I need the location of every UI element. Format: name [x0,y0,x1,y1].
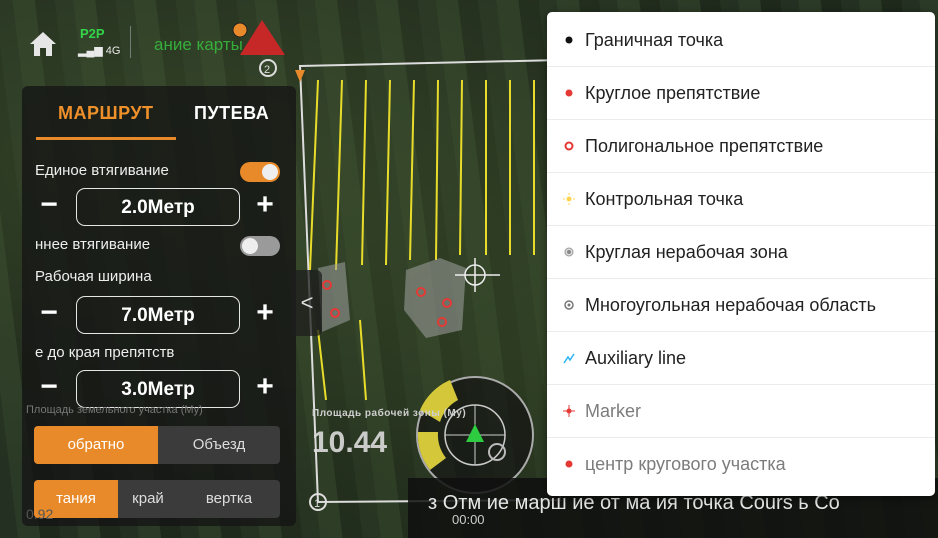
seg-edge[interactable]: край [118,480,178,518]
map-mode-label[interactable]: ание карты [154,35,243,55]
signal-indicator: ▂▄▆ 4G [78,44,120,57]
work-width-label: Рабочая ширина [35,268,152,285]
tightening-minus-button[interactable]: − [34,190,64,220]
black-dot-icon [565,36,573,44]
menu-item-label: Граничная точка [585,30,724,50]
work-width-minus-button[interactable]: − [34,298,64,328]
active-tab-indicator [36,137,176,140]
menu-item-label: Многоугольная нерабочая область [585,295,876,315]
menu-item-label: Круглое препятствие [585,83,761,103]
work-width-plus-button[interactable]: + [250,298,280,328]
signal-bars-icon: ▂▄▆ [78,45,103,57]
tightening-field[interactable]: 2.0Метр [76,188,240,226]
route-settings-panel: МАРШРУТ ПУТЕВА Единое втягивание − 2.0Ме… [22,86,296,526]
menu-item-polygon-no-work-area[interactable]: Многоугольная нерабочая область [547,279,935,332]
menu-item-boundary-point[interactable]: Граничная точка [547,14,935,67]
seg-turn[interactable]: вертка [178,480,280,518]
red-ring-icon [564,141,574,151]
land-area-value: 0.92 [26,506,54,522]
tightening-plus-button[interactable]: + [250,190,280,220]
route-lines [309,79,535,401]
obstacle-edge-minus-button[interactable]: − [34,372,64,402]
grey-ring-icon [564,300,574,310]
svg-text:1: 1 [314,498,320,510]
home-icon[interactable] [28,30,58,58]
topbar-divider [130,26,131,58]
timer: 00:00 [452,512,485,527]
obstacle-zone [318,262,350,332]
seg-return[interactable]: обратно [34,426,158,464]
grey-dot-icon [564,247,574,257]
menu-item-label: Auxiliary line [585,348,687,368]
obstacle-edge-label: е до края препятств [35,344,175,361]
aux-line-icon [563,353,575,364]
tab-route[interactable]: МАРШРУТ [58,103,154,124]
unified-tightening-toggle[interactable] [240,162,280,182]
connection-mode-label: P2P [80,26,105,41]
menu-item-polygon-obstacle[interactable]: Полигональное препятствие [547,120,935,173]
menu-item-marker[interactable]: Marker [547,385,935,438]
obstacle-zone [404,258,466,338]
collapse-panel-button[interactable]: < [292,270,322,336]
red-dot-icon [565,89,573,97]
menu-item-label: Контрольная точка [585,189,744,209]
tab-waypoints[interactable]: ПУТЕВА [194,103,269,124]
red-dot-icon [565,460,573,468]
menu-item-auxiliary-line[interactable]: Auxiliary line [547,332,935,385]
seg-detour[interactable]: Объезд [158,426,280,464]
menu-item-label: центр кругового участка [585,454,786,474]
inner-tightening-label: ннее втягивание [35,236,151,253]
return-mode-selector: обратно Объезд [34,426,280,464]
sun-icon [563,193,575,205]
menu-item-control-point[interactable]: Контрольная точка [547,173,935,226]
menu-item-round-no-work-zone[interactable]: Круглая нерабочая зона [547,226,935,279]
menu-item-circular-plot-center[interactable]: центр кругового участка [547,438,935,491]
point-type-dropdown: Граничная точка Круглое препятствие Поли… [547,12,935,496]
marker-icon [563,405,575,417]
start-mode-selector: тания край вертка [34,480,280,518]
menu-item-label: Marker [585,401,642,421]
obstacle-edge-field[interactable]: 3.0Метр [76,370,240,408]
unified-tightening-label: Единое втягивание [35,162,169,179]
menu-item-label: Полигональное препятствие [585,136,824,156]
work-area-value: 10.44 [312,426,388,459]
work-width-field[interactable]: 7.0Метр [76,296,240,334]
land-area-caption: Площадь земельного участка (Му) [26,404,203,416]
obstacle-edge-plus-button[interactable]: + [250,372,280,402]
inner-tightening-toggle[interactable] [240,236,280,256]
menu-item-round-obstacle[interactable]: Круглое препятствие [547,67,935,120]
work-area-caption: Площадь рабочей зоны (Му) [312,408,467,419]
menu-item-label: Круглая нерабочая зона [585,242,788,262]
network-type: 4G [105,45,121,57]
